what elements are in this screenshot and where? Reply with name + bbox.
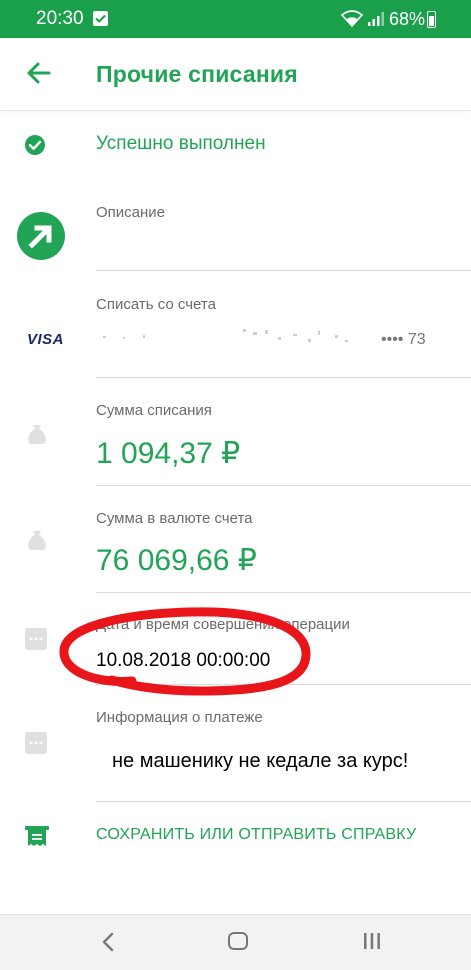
notification-check-icon — [93, 11, 108, 26]
system-nav-bar — [0, 914, 471, 970]
datetime-label: Дата и время совершения операции — [96, 616, 350, 633]
signal-icon — [367, 11, 385, 32]
receipt-icon[interactable] — [24, 823, 50, 849]
arrow-up-right-icon — [17, 212, 65, 260]
account-label: Списать со счета — [96, 296, 216, 313]
divider — [96, 684, 471, 685]
payment-info-label: Информация о платеже — [96, 709, 263, 726]
description-label: Описание — [96, 204, 166, 221]
divider — [96, 801, 471, 802]
divider — [96, 592, 471, 593]
amount-account-currency-value: 76 069,66 ₽ — [96, 544, 257, 577]
battery-percent: 68% — [389, 9, 426, 29]
operation-status: Успешно выполнен — [96, 133, 266, 154]
wifi-icon — [340, 10, 364, 32]
nav-back-icon[interactable] — [100, 931, 116, 958]
amount-value: 1 094,37 ₽ — [96, 437, 241, 470]
datetime-value: 10.08.2018 00:00:00 — [96, 650, 271, 671]
arrow-left-icon[interactable] — [24, 58, 54, 88]
page-title: Прочие списания — [96, 61, 298, 87]
divider — [96, 485, 471, 486]
check-circle-icon — [24, 134, 46, 156]
payment-info-value: не машенику не кедале за курс! — [112, 750, 409, 772]
account-name-redacted — [103, 325, 353, 347]
divider — [96, 377, 471, 378]
money-bag-icon — [24, 421, 50, 452]
calendar-icon — [24, 627, 48, 656]
money-bag-icon — [24, 527, 50, 558]
app-header: Прочие списания — [0, 38, 471, 111]
visa-logo: VISA — [27, 331, 65, 348]
battery-icon — [427, 11, 436, 28]
message-icon — [24, 731, 48, 760]
status-time: 20:30 — [36, 8, 84, 29]
divider — [96, 270, 471, 271]
save-or-send-receipt-button[interactable]: СОХРАНИТЬ ИЛИ ОТПРАВИТЬ СПРАВКУ — [96, 826, 416, 844]
nav-recents-icon[interactable] — [362, 931, 382, 956]
amount-account-currency-label: Сумма в валюте счета — [96, 510, 253, 527]
account-masked-number: •••• 73 — [381, 331, 426, 348]
nav-home-icon[interactable] — [228, 932, 248, 950]
amount-label: Сумма списания — [96, 402, 212, 419]
status-bar: 20:30 68% — [0, 0, 471, 38]
